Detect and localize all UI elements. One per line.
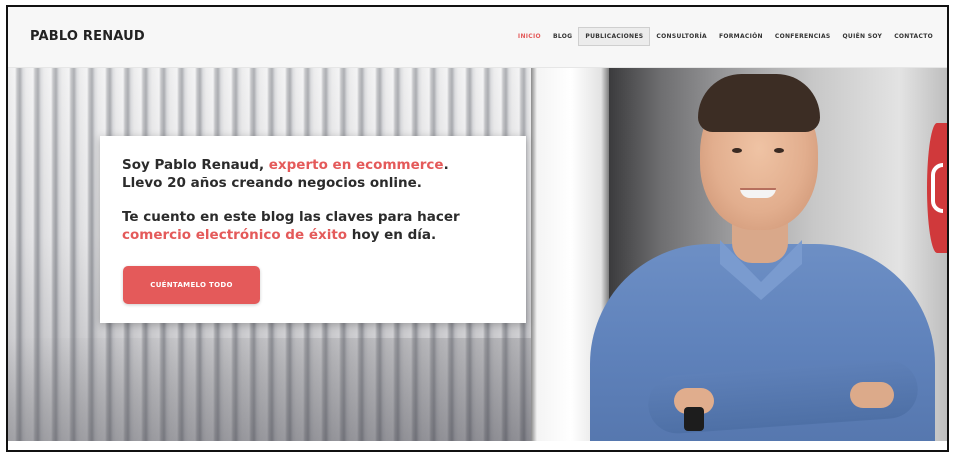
nav-item-formacion[interactable]: FORMACIÓN (713, 28, 769, 45)
nav-item-quien-soy[interactable]: QUIÉN SOY (837, 28, 889, 45)
nav-item-blog[interactable]: BLOG (547, 28, 578, 45)
hero-success-suffix: hoy en día. (347, 227, 437, 243)
hero-blog-line: Te cuento en este blog las claves para h… (122, 209, 460, 225)
hero-experience-line: Llevo 20 años creando negocios online. (122, 175, 422, 191)
hero-red-ring (931, 163, 943, 213)
nav-item-consultoria[interactable]: CONSULTORÍA (650, 28, 713, 45)
watch-icon (684, 407, 704, 431)
hero-intro-accent: experto en ecommerce (268, 157, 444, 173)
site-header: PABLO RENAUD INICIO BLOG PUBLICACIONES C… (8, 7, 947, 68)
hero-success-accent: comercio electrónico de éxito (122, 227, 348, 243)
main-nav: INICIO BLOG PUBLICACIONES CONSULTORÍA FO… (512, 27, 939, 46)
hero-intro-prefix: Soy Pablo Renaud, (122, 157, 269, 173)
hero-success-line: comercio electrónico de éxito hoy en día… (122, 226, 436, 244)
hero-card: Soy Pablo Renaud, experto en ecommerce. … (100, 136, 526, 323)
cuentamelo-todo-button[interactable]: CUÉNTAMELO TODO (123, 266, 260, 304)
hero-desk-area (8, 338, 531, 441)
hero-intro-line: Soy Pablo Renaud, experto en ecommerce. (122, 156, 449, 174)
nav-item-contacto[interactable]: CONTACTO (888, 28, 939, 45)
person-hair (698, 74, 820, 132)
hero-intro-suffix: . (443, 157, 449, 173)
person-eye-right (774, 148, 784, 153)
person-eye-left (732, 148, 742, 153)
nav-item-inicio[interactable]: INICIO (512, 28, 547, 45)
person-hand-right (850, 382, 894, 408)
nav-item-publicaciones[interactable]: PUBLICACIONES (578, 27, 651, 46)
site-logo[interactable]: PABLO RENAUD (30, 29, 145, 44)
hero-section: Soy Pablo Renaud, experto en ecommerce. … (8, 68, 947, 441)
browser-frame: PABLO RENAUD INICIO BLOG PUBLICACIONES C… (6, 5, 949, 452)
nav-item-conferencias[interactable]: CONFERENCIAS (769, 28, 837, 45)
person-smile (740, 188, 776, 198)
